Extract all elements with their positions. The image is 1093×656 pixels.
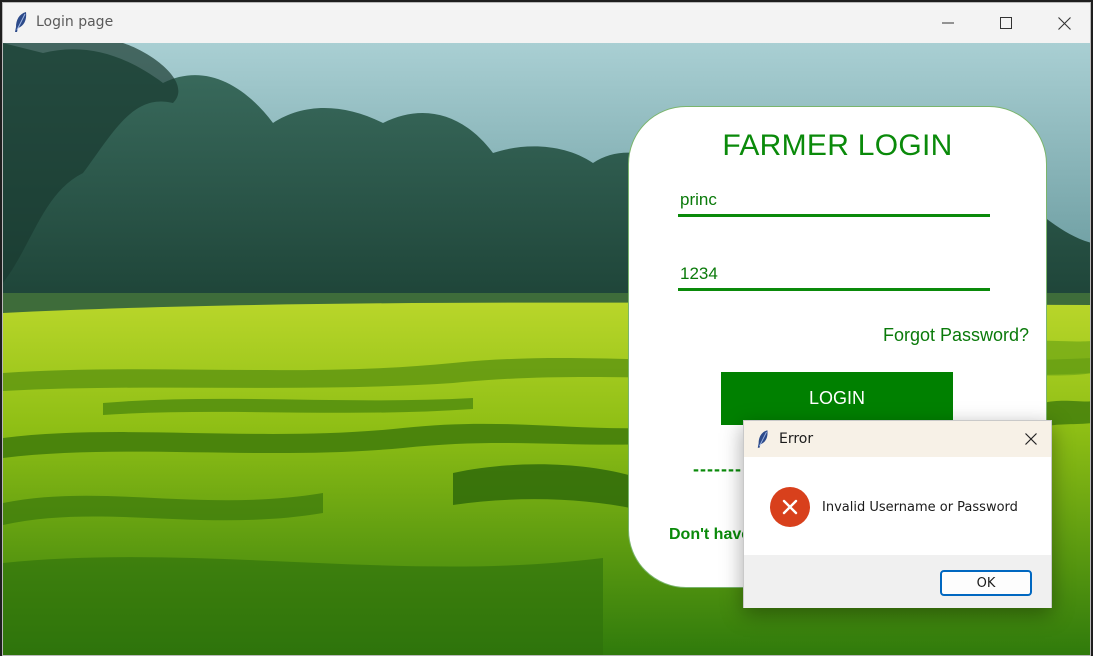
dialog-titlebar[interactable]: Error — [744, 421, 1051, 457]
login-button[interactable]: LOGIN — [721, 372, 953, 425]
close-icon — [1025, 433, 1037, 445]
ok-button[interactable]: OK — [940, 570, 1032, 596]
password-field[interactable]: 1234 — [678, 261, 990, 291]
dialog-close-button[interactable] — [1019, 427, 1043, 451]
error-dialog: Error Invalid Username or Password OK — [743, 420, 1052, 608]
dialog-footer: OK — [744, 555, 1051, 608]
maximize-icon — [1000, 17, 1012, 29]
minimize-button[interactable] — [919, 3, 977, 43]
error-icon — [770, 487, 810, 527]
signup-prompt[interactable]: Don't have — [669, 526, 750, 544]
window-title: Login page — [36, 14, 114, 30]
maximize-button[interactable] — [977, 3, 1035, 43]
close-icon — [1057, 16, 1071, 30]
feather-icon — [15, 12, 27, 32]
divider-dashes: ------- — [693, 459, 742, 479]
minimize-icon — [942, 22, 954, 24]
login-heading: FARMER LOGIN — [722, 129, 953, 162]
feather-icon — [757, 430, 768, 448]
close-button[interactable] — [1035, 3, 1090, 43]
window-titlebar[interactable]: Login page — [3, 3, 1090, 43]
forgot-password-link[interactable]: Forgot Password? — [883, 325, 1029, 346]
dialog-message: Invalid Username or Password — [822, 500, 1018, 515]
username-field[interactable]: princ — [678, 187, 990, 217]
dialog-title: Error — [779, 431, 814, 447]
